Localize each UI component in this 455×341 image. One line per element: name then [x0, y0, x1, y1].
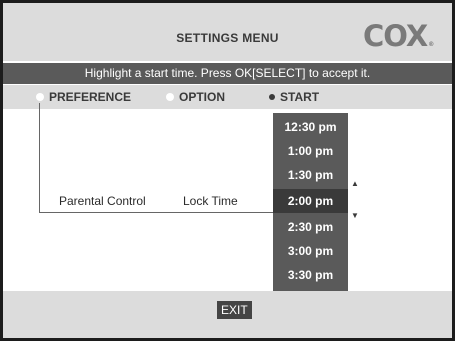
tab-bar: PREFERENCE OPTION START [3, 85, 452, 109]
time-option[interactable]: 12:30 pm [273, 115, 348, 139]
instruction-bar: Highlight a start time. Press OK[SELECT]… [3, 63, 452, 84]
tab-label: PREFERENCE [49, 90, 132, 104]
cox-logo: COX® [363, 19, 434, 53]
tab-option[interactable]: OPTION [166, 90, 225, 104]
tab-label: START [280, 90, 320, 104]
connector-line [39, 103, 40, 212]
time-option[interactable]: 3:30 pm [273, 263, 348, 287]
cox-logo-text: COX [363, 19, 428, 53]
tab-dot-icon [166, 93, 174, 101]
settings-screen: SETTINGS MENU COX® Highlight a start tim… [3, 3, 452, 338]
exit-button[interactable]: EXIT [217, 301, 252, 319]
connector-line [39, 212, 276, 213]
time-list: 12:30 pm 1:00 pm 1:30 pm 2:00 pm 2:30 pm… [273, 113, 348, 291]
cox-logo-mark: ® [428, 41, 434, 48]
tab-dot-icon [36, 93, 44, 101]
tab-preference[interactable]: PREFERENCE [36, 90, 131, 104]
footer: EXIT [3, 291, 452, 338]
scroll-down-icon[interactable]: ▼ [351, 211, 359, 220]
time-option-selected[interactable]: 2:00 pm [273, 189, 348, 213]
tab-dot-active-icon [269, 94, 275, 100]
tab-label: OPTION [179, 90, 226, 104]
time-option[interactable]: 3:00 pm [273, 239, 348, 263]
tab-start[interactable]: START [269, 90, 319, 104]
time-option[interactable]: 1:30 pm [273, 163, 348, 187]
time-option[interactable]: 2:30 pm [273, 215, 348, 239]
scroll-up-icon[interactable]: ▲ [351, 179, 359, 188]
setting-name-label: Parental Control [59, 194, 146, 208]
header: SETTINGS MENU COX® [3, 3, 452, 61]
time-option[interactable]: 1:00 pm [273, 139, 348, 163]
setting-option-label: Lock Time [183, 194, 238, 208]
